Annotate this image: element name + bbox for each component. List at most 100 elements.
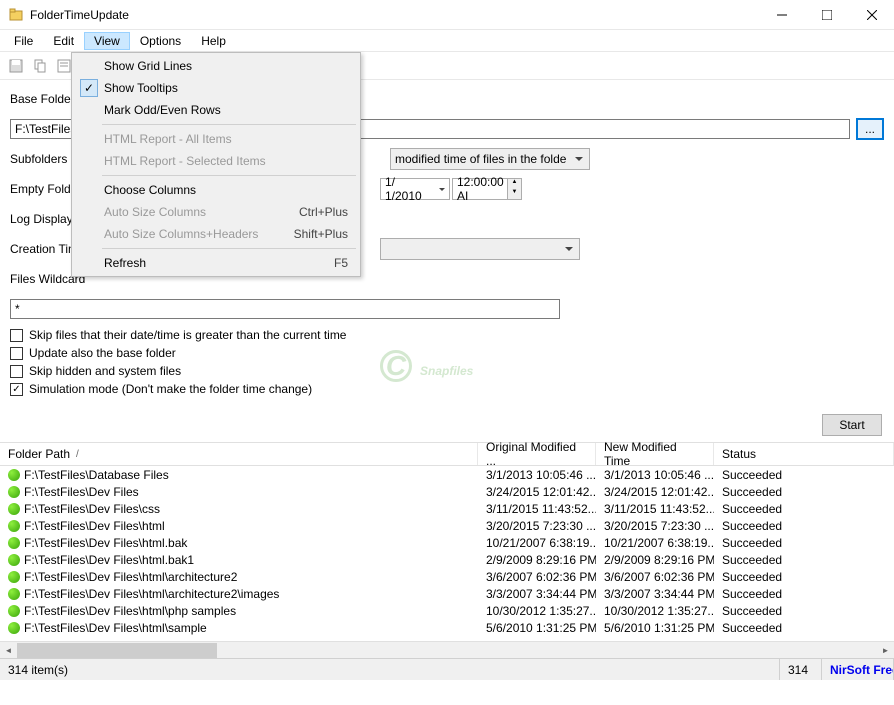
table-row[interactable]: F:\TestFiles\Dev Files\html.bak1 2/9/200…: [0, 551, 894, 568]
checkbox-icon[interactable]: [10, 329, 23, 342]
column-header-path[interactable]: Folder Path/: [0, 443, 478, 465]
checkbox-icon[interactable]: [10, 347, 23, 360]
copy-icon[interactable]: [30, 56, 50, 76]
cell-orig: 3/1/2013 10:05:46 ...: [478, 468, 596, 482]
cell-status: Succeeded: [714, 621, 894, 635]
table-row[interactable]: F:\TestFiles\Dev Files 3/24/2015 12:01:4…: [0, 483, 894, 500]
cell-new: 3/3/2007 3:34:44 PM: [596, 587, 714, 601]
cell-path: F:\TestFiles\Dev Files\html.bak: [0, 536, 478, 550]
close-button[interactable]: [849, 0, 894, 30]
cell-orig: 10/21/2007 6:38:19...: [478, 536, 596, 550]
success-icon: [8, 469, 20, 481]
status-items: 314 item(s): [0, 659, 780, 680]
cell-path: F:\TestFiles\Dev Files\html\architecture…: [0, 570, 478, 584]
date-input[interactable]: 1/ 1/2010: [380, 178, 450, 200]
menu-show-tooltips[interactable]: ✓ Show Tooltips: [74, 77, 358, 99]
menu-options[interactable]: Options: [130, 32, 191, 50]
titlebar: FolderTimeUpdate: [0, 0, 894, 30]
cell-path: F:\TestFiles\Dev Files\html\architecture…: [0, 587, 478, 601]
table-row[interactable]: F:\TestFiles\Dev Files\html\architecture…: [0, 585, 894, 602]
cell-status: Succeeded: [714, 519, 894, 533]
cell-path: F:\TestFiles\Dev Files: [0, 485, 478, 499]
cell-new: 5/6/2010 1:31:25 PM: [596, 621, 714, 635]
cell-new: 10/21/2007 6:38:19...: [596, 536, 714, 550]
cell-status: Succeeded: [714, 553, 894, 567]
success-icon: [8, 537, 20, 549]
cell-new: 3/6/2007 6:02:36 PM: [596, 570, 714, 584]
success-icon: [8, 571, 20, 583]
success-icon: [8, 520, 20, 532]
menu-choose-columns[interactable]: Choose Columns: [74, 179, 358, 201]
cell-orig: 3/20/2015 7:23:30 ...: [478, 519, 596, 533]
column-header-orig[interactable]: Original Modified ...: [478, 443, 596, 465]
cell-orig: 5/6/2010 1:31:25 PM: [478, 621, 596, 635]
wildcard-input[interactable]: [10, 299, 560, 319]
start-button[interactable]: Start: [822, 414, 882, 436]
checkbox-icon[interactable]: [10, 383, 23, 396]
cell-orig: 3/24/2015 12:01:42...: [478, 485, 596, 499]
cell-orig: 3/11/2015 11:43:52...: [478, 502, 596, 516]
check-icon: ✓: [80, 79, 98, 97]
cell-status: Succeeded: [714, 570, 894, 584]
checkbox-simulation[interactable]: Simulation mode (Don't make the folder t…: [10, 380, 884, 398]
status-link[interactable]: NirSoft Freeware. http: [822, 659, 894, 680]
success-icon: [8, 588, 20, 600]
scroll-track[interactable]: [17, 642, 877, 659]
horizontal-scrollbar[interactable]: ◄ ►: [0, 641, 894, 658]
column-header-new[interactable]: New Modified Time: [596, 443, 714, 465]
sort-indicator-icon: /: [76, 449, 79, 460]
save-icon[interactable]: [6, 56, 26, 76]
scroll-thumb[interactable]: [17, 643, 217, 658]
menu-html-selected[interactable]: HTML Report - Selected Items: [74, 150, 358, 172]
menu-auto-size-columns[interactable]: Auto Size Columns Ctrl+Plus: [74, 201, 358, 223]
cell-new: 3/11/2015 11:43:52...: [596, 502, 714, 516]
menu-file[interactable]: File: [4, 32, 43, 50]
view-dropdown-menu: Show Grid Lines ✓ Show Tooltips Mark Odd…: [71, 52, 361, 277]
table-row[interactable]: F:\TestFiles\Dev Files\css 3/11/2015 11:…: [0, 500, 894, 517]
table-header: Folder Path/ Original Modified ... New M…: [0, 442, 894, 466]
table-row[interactable]: F:\TestFiles\Dev Files\html\sample 5/6/2…: [0, 619, 894, 636]
table-row[interactable]: F:\TestFiles\Dev Files\html 3/20/2015 7:…: [0, 517, 894, 534]
cell-orig: 2/9/2009 8:29:16 PM: [478, 553, 596, 567]
minimize-button[interactable]: [759, 0, 804, 30]
menu-edit[interactable]: Edit: [43, 32, 84, 50]
menu-mark-odd-even[interactable]: Mark Odd/Even Rows: [74, 99, 358, 121]
scroll-right-icon[interactable]: ►: [877, 642, 894, 659]
spinner-up-icon[interactable]: ▲: [507, 179, 521, 189]
cell-new: 2/9/2009 8:29:16 PM: [596, 553, 714, 567]
cell-new: 3/1/2013 10:05:46 ...: [596, 468, 714, 482]
cell-status: Succeeded: [714, 502, 894, 516]
browse-button[interactable]: ...: [856, 118, 884, 140]
cell-orig: 10/30/2012 1:35:27...: [478, 604, 596, 618]
table-row[interactable]: F:\TestFiles\Database Files 3/1/2013 10:…: [0, 466, 894, 483]
column-header-status[interactable]: Status: [714, 443, 894, 465]
menu-help[interactable]: Help: [191, 32, 236, 50]
menu-separator: [102, 175, 356, 176]
cell-status: Succeeded: [714, 536, 894, 550]
checkbox-skip-greater[interactable]: Skip files that their date/time is great…: [10, 326, 884, 344]
menu-auto-size-headers[interactable]: Auto Size Columns+Headers Shift+Plus: [74, 223, 358, 245]
checkbox-icon[interactable]: [10, 365, 23, 378]
checkbox-skip-hidden[interactable]: Skip hidden and system files: [10, 362, 884, 380]
menu-html-all[interactable]: HTML Report - All Items: [74, 128, 358, 150]
table-row[interactable]: F:\TestFiles\Dev Files\html\architecture…: [0, 568, 894, 585]
subfolders-dropdown[interactable]: modified time of files in the folde: [390, 148, 590, 170]
time-input[interactable]: 12:00:00 AI ▲ ▼: [452, 178, 522, 200]
menu-separator: [102, 124, 356, 125]
menu-show-grid-lines[interactable]: Show Grid Lines: [74, 55, 358, 77]
table-row[interactable]: F:\TestFiles\Dev Files\html.bak 10/21/20…: [0, 534, 894, 551]
table-row[interactable]: F:\TestFiles\Dev Files\html\php samples …: [0, 602, 894, 619]
time-spinner[interactable]: ▲ ▼: [507, 179, 521, 199]
menu-separator: [102, 248, 356, 249]
cell-path: F:\TestFiles\Dev Files\html\php samples: [0, 604, 478, 618]
cell-status: Succeeded: [714, 604, 894, 618]
creation-time-dropdown[interactable]: [380, 238, 580, 260]
cell-new: 10/30/2012 1:35:27...: [596, 604, 714, 618]
scroll-left-icon[interactable]: ◄: [0, 642, 17, 659]
checkbox-update-base[interactable]: Update also the base folder: [10, 344, 884, 362]
maximize-button[interactable]: [804, 0, 849, 30]
menu-refresh[interactable]: Refresh F5: [74, 252, 358, 274]
menubar: File Edit View Options Help: [0, 30, 894, 52]
menu-view[interactable]: View: [84, 32, 130, 50]
spinner-down-icon[interactable]: ▼: [507, 189, 521, 199]
